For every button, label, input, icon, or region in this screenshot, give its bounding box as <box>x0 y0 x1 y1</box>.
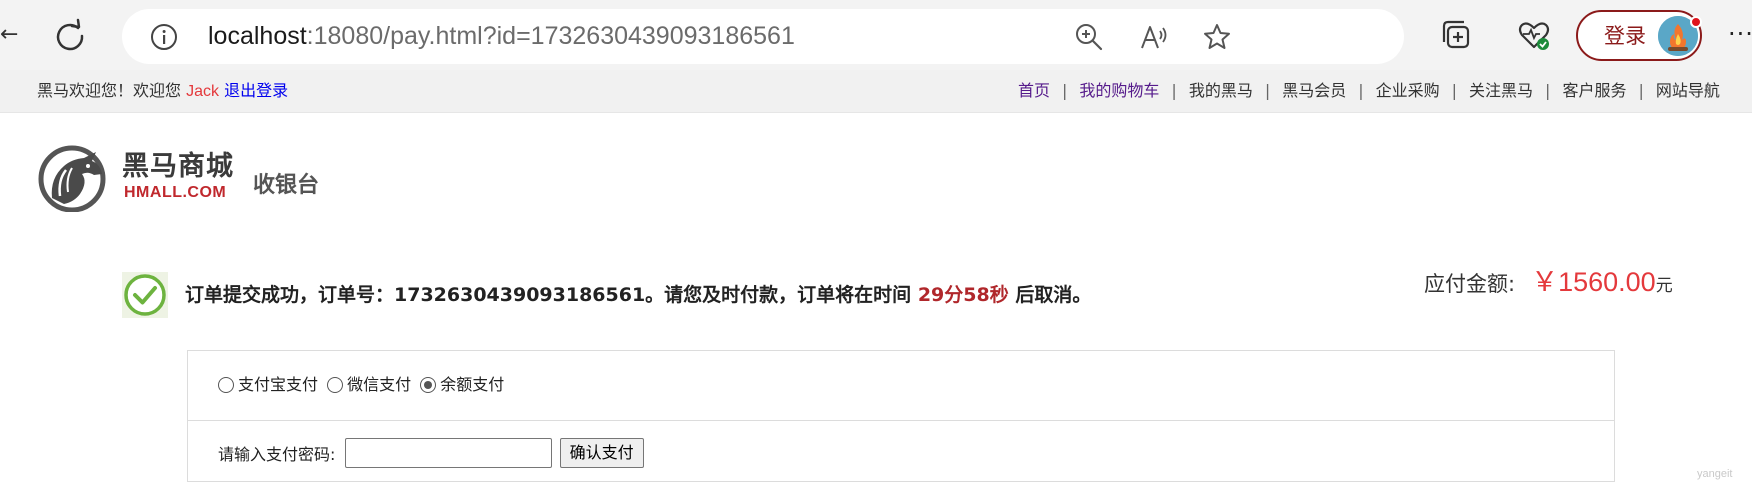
wechat-radio[interactable] <box>327 377 344 393</box>
nav-divider: | <box>1545 81 1551 100</box>
nav-sitemap[interactable]: 网站导航 <box>1656 81 1720 101</box>
balance-label: 余额支付 <box>440 375 505 394</box>
horse-logo-icon[interactable] <box>36 144 110 212</box>
payment-methods: 支付宝支付 微信支付 余额支付 <box>188 351 1614 421</box>
notification-dot <box>1690 16 1702 28</box>
login-button[interactable]: 登录 <box>1576 10 1702 61</box>
nav-divider: | <box>1358 81 1364 100</box>
nav-enterprise[interactable]: 企业采购 <box>1376 81 1440 101</box>
nav-follow[interactable]: 关注黑马 <box>1469 81 1533 101</box>
address-bar[interactable]: localhost:18080/pay.html?id=173263043909… <box>122 9 1404 64</box>
countdown-timer: 29分58秒 <box>917 284 1009 306</box>
nav-cart[interactable]: 我的购物车 <box>1079 81 1159 101</box>
nav-divider: | <box>1638 81 1644 100</box>
more-menu-icon[interactable]: ··· <box>1728 20 1752 48</box>
welcome-prefix: 黑马欢迎您！欢迎您 <box>37 81 187 100</box>
nav-divider: | <box>1264 81 1271 100</box>
password-row: 请输入支付密码: 确认支付 <box>218 438 644 468</box>
alipay-label: 支付宝支付 <box>238 375 319 394</box>
top-nav: 首页 | 我的购物车 | 我的黑马 | 黑马会员 | 企业采购 | 关注黑马 | 客户服务 | 网站导航 <box>1018 81 1720 101</box>
watermark: yangeit <box>1697 468 1733 480</box>
nav-home[interactable]: 首页 <box>1018 81 1050 101</box>
method-alipay[interactable]: 支付宝支付 <box>218 375 318 395</box>
collections-icon[interactable] <box>1440 18 1474 52</box>
login-label: 登录 <box>1604 24 1646 48</box>
wechat-label: 微信支付 <box>347 375 412 394</box>
read-aloud-icon[interactable] <box>1138 22 1168 52</box>
password-label: 请输入支付密码: <box>218 445 336 464</box>
logo-domain: HMALL.COM <box>124 184 227 201</box>
amount-unit: 元 <box>1655 276 1673 296</box>
method-wechat[interactable]: 微信支付 <box>327 375 411 395</box>
info-icon[interactable] <box>150 23 178 51</box>
nav-membership[interactable]: 黑马会员 <box>1282 81 1346 101</box>
username: Jack <box>186 83 219 100</box>
method-balance[interactable]: 余额支付 <box>420 375 504 395</box>
page-title: 收银台 <box>253 173 320 198</box>
amount-label: 应付金额: <box>1424 272 1516 296</box>
payment-password-input[interactable] <box>344 438 552 468</box>
confirm-pay-button[interactable]: 确认支付 <box>559 438 644 468</box>
logout-link[interactable]: 退出登录 <box>224 81 288 100</box>
order-status-suffix: 后取消。 <box>1008 284 1092 306</box>
welcome-text: 黑马欢迎您！欢迎您 Jack 退出登录 <box>37 81 288 102</box>
site-topbar: 黑马欢迎您！欢迎您 Jack 退出登录 首页 | 我的购物车 | 我的黑马 | 黑马会员 | 企… <box>0 70 1752 113</box>
order-status-prefix: 订单提交成功，订单号：1732630439093186561。请您及时付款，订单… <box>185 284 918 306</box>
amount-value: ￥1560.00 <box>1531 267 1656 297</box>
nav-divider: | <box>1171 81 1177 100</box>
browser-essentials-icon[interactable] <box>1517 18 1551 52</box>
url-text[interactable]: localhost:18080/pay.html?id=173263043909… <box>208 21 795 51</box>
alipay-radio[interactable] <box>218 377 234 393</box>
nav-divider: | <box>1451 81 1458 100</box>
favorite-star-icon[interactable] <box>1202 22 1232 52</box>
zoom-in-icon[interactable] <box>1074 22 1104 52</box>
back-icon[interactable]: ← <box>0 20 18 50</box>
browser-toolbar: ← localhost:18080/pay.html?id=1732630439… <box>0 0 1752 70</box>
reload-icon[interactable] <box>50 16 90 56</box>
nav-service[interactable]: 客户服务 <box>1562 81 1626 101</box>
nav-my-heima[interactable]: 我的黑马 <box>1189 81 1253 101</box>
balance-radio[interactable] <box>420 377 437 393</box>
order-status-message: 订单提交成功，订单号：1732630439093186561。请您及时付款，订单… <box>185 283 1091 307</box>
payment-panel: 支付宝支付 微信支付 余额支付 请输入支付密码: 确认支付 <box>187 350 1615 482</box>
payable-amount: 应付金额: ￥1560.00元 <box>1424 260 1673 299</box>
logo-text[interactable]: 黑马商城 <box>122 151 234 183</box>
success-check-icon <box>122 272 168 318</box>
payment-method-row: 支付宝支付 微信支付 余额支付 <box>218 375 508 395</box>
nav-divider: | <box>1062 81 1068 100</box>
